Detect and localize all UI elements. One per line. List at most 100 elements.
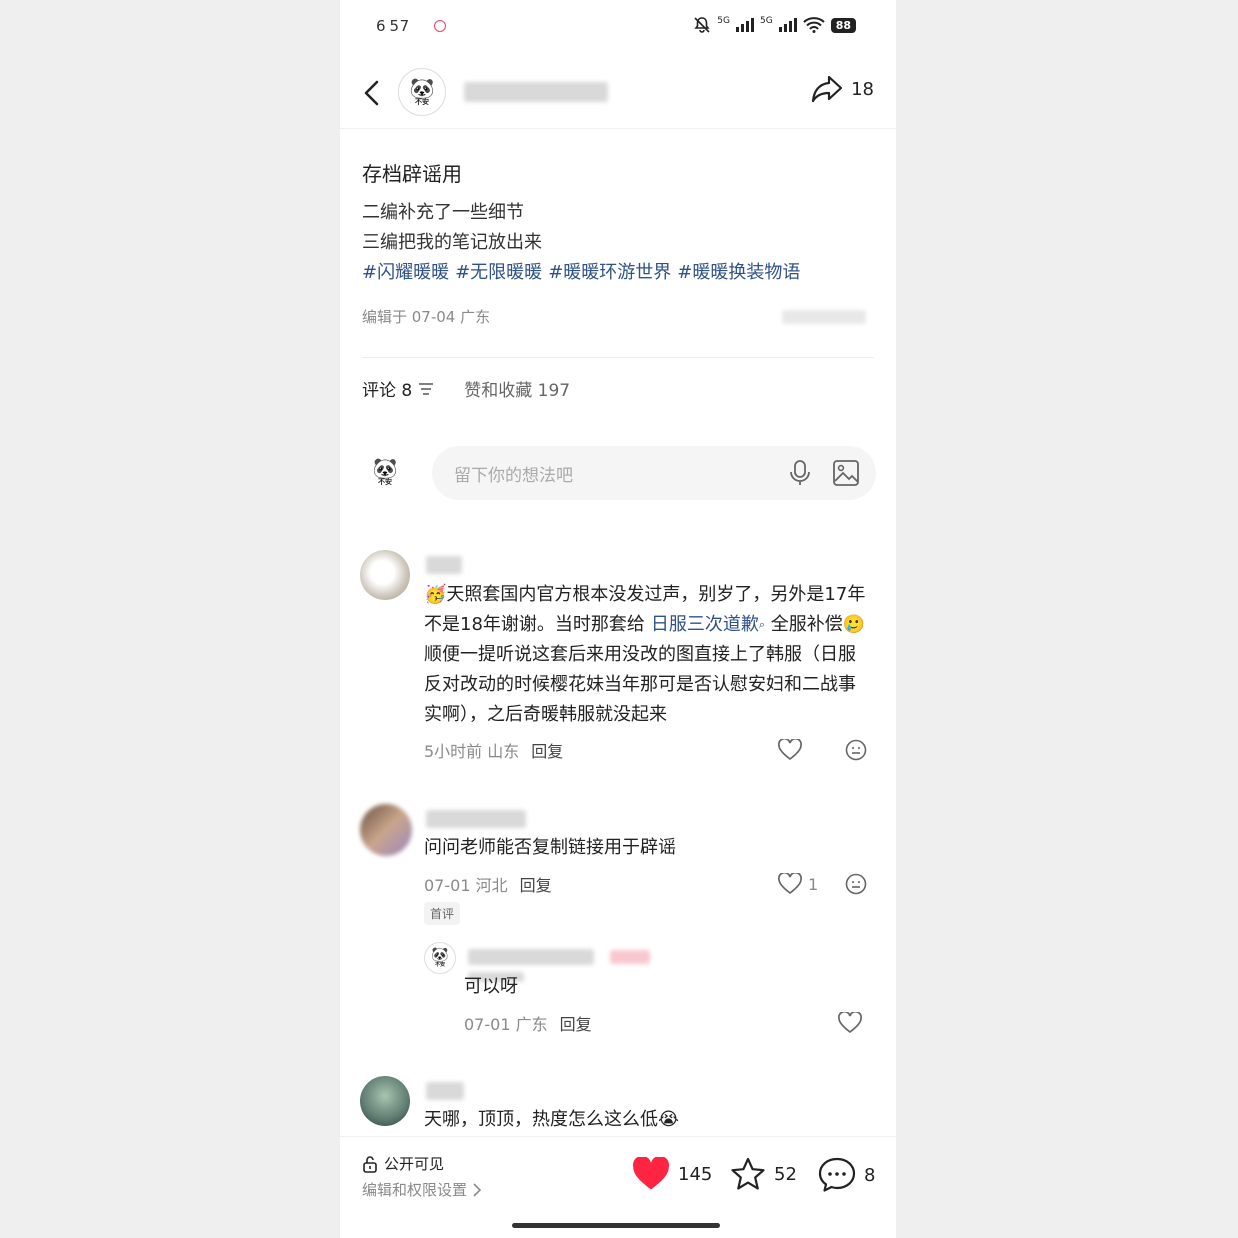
post-line-2: 三编把我的笔记放出来: [362, 232, 542, 253]
avatar-caption: 不安: [415, 98, 429, 106]
commenter-name-blurred[interactable]: [426, 556, 462, 574]
heart-filled-icon: [632, 1157, 670, 1190]
panda-icon: 🐼: [372, 456, 398, 480]
panda-icon: 🐼: [409, 76, 435, 100]
tab-comments-label: 评论 8: [362, 381, 413, 401]
author-name-blurred[interactable]: [464, 82, 608, 102]
comment-text: 🥳天照套国内官方根本没发过声，别岁了，另外是17年不是18年谢谢。当时那套给 日服…: [424, 580, 872, 730]
comment-text-c: 顺便一提听说这套后来用没改的图直接上了韩服（日服反对改动的时候樱花妹当年那可是否…: [424, 644, 856, 725]
image-icon[interactable]: [832, 459, 860, 487]
heart-outline-icon: [778, 873, 802, 895]
reply-author-avatar[interactable]: 🐼 不安: [424, 942, 456, 974]
notification-dot-icon: [434, 20, 446, 32]
comment-text-b: 全服补偿: [765, 614, 843, 635]
avatar-caption: 不安: [378, 478, 392, 486]
chevron-right-icon: [473, 1182, 482, 1197]
commenter-avatar[interactable]: [360, 550, 410, 600]
blurred-meta-right: [782, 310, 866, 324]
mute-bell-icon: [694, 17, 710, 33]
emoji-face-icon: 🥳: [424, 584, 447, 605]
status-icons: 5G 5G 88: [693, 16, 856, 34]
tag-link[interactable]: #无限暖暖: [455, 262, 542, 283]
comment-tabs: 评论 8 赞和收藏 197: [362, 376, 570, 401]
status-time: 6 57: [376, 17, 410, 35]
tab-likes-collects[interactable]: 赞和收藏 197: [464, 376, 570, 401]
reply-button[interactable]: 回复: [531, 742, 563, 761]
comment-input-row: 🐼 不安 留下你的想法吧: [362, 446, 876, 500]
signal-label: 5G: [717, 16, 730, 26]
comment-time-location: 07-01 河北: [424, 876, 508, 895]
emoji-crying-icon: 😭: [658, 1109, 680, 1130]
comment-input[interactable]: 留下你的想法吧: [432, 446, 876, 500]
post-collect-count: 52: [774, 1163, 797, 1185]
signal-bars-icon: [735, 18, 754, 32]
post-tags: #闪耀暖暖 #无限暖暖 #暖暖环游世界 #暖暖换装物语: [362, 258, 806, 284]
avatar-caption: 不安: [434, 962, 445, 968]
reply-button[interactable]: 回复: [520, 876, 552, 895]
comment-post-button[interactable]: 8: [818, 1157, 875, 1193]
post-like-count: 145: [678, 1163, 713, 1185]
my-avatar: 🐼 不安: [362, 449, 408, 495]
reply-button[interactable]: 回复: [560, 1015, 592, 1034]
status-bar: 6 57 5G 5G 88: [340, 0, 896, 52]
star-outline-icon: [731, 1157, 765, 1190]
signal-bars-2-icon: [778, 18, 797, 32]
edit-settings-label: 编辑和权限设置: [362, 1181, 468, 1199]
post-edit-meta: 编辑于 07-04 广东: [362, 308, 491, 326]
comment-text: 问问老师能否复制链接用于辟谣: [424, 837, 676, 858]
post-title: 存档辟谣用: [362, 162, 462, 186]
emoji-sad-icon: 🥲: [842, 614, 866, 635]
tag-link[interactable]: #暖暖环游世界: [548, 262, 671, 283]
share-button[interactable]: 18: [811, 74, 874, 104]
heart-outline-icon[interactable]: [778, 739, 802, 761]
commenter-name-blurred[interactable]: [426, 810, 526, 828]
visibility-row: 公开可见: [362, 1153, 444, 1174]
home-indicator[interactable]: [512, 1223, 720, 1228]
emoji-react-icon[interactable]: [845, 739, 867, 761]
post-line-1: 二编补充了一些细节: [362, 202, 524, 223]
commenter-avatar[interactable]: [360, 804, 412, 856]
visibility-label: 公开可见: [384, 1155, 445, 1173]
reply-meta-row: 07-01 广东 回复: [464, 1011, 592, 1035]
comment-text: 天哪，顶顶，热度怎么这么低😭: [424, 1105, 679, 1135]
phone-screen: 6 57 5G 5G 88 🐼 不安 18 存档辟谣用 二编补充了一些细节 三编把…: [340, 0, 896, 1238]
battery-level: 88: [830, 17, 856, 33]
commenter-name-blurred[interactable]: [426, 1082, 464, 1100]
signal-label-2: 5G: [759, 16, 773, 26]
reply-time-location: 07-01 广东: [464, 1015, 548, 1034]
comment-input-placeholder: 留下你的想法吧: [454, 466, 573, 486]
reply-text: 可以呀: [464, 976, 518, 997]
search-keyword-link[interactable]: 日服三次道歉: [651, 614, 759, 635]
comment-text-body: 天哪，顶顶，热度怎么这么低: [424, 1109, 658, 1130]
lock-open-icon: [363, 1155, 377, 1173]
like-post-button[interactable]: 145: [632, 1157, 712, 1191]
sort-icon: [419, 382, 434, 395]
reply-author-name-blurred[interactable]: [468, 949, 594, 965]
like-count: 1: [808, 874, 819, 894]
share-arrow-icon: [811, 75, 843, 103]
tag-link[interactable]: #暖暖换装物语: [677, 262, 800, 283]
commenter-avatar[interactable]: [360, 1076, 410, 1126]
post-comment-count: 8: [864, 1164, 876, 1186]
like-button[interactable]: 1: [778, 873, 818, 895]
emoji-react-icon[interactable]: [845, 873, 867, 895]
heart-outline-icon[interactable]: [838, 1012, 862, 1034]
author-badge-blurred: [610, 950, 650, 964]
collect-post-button[interactable]: 52: [730, 1157, 797, 1191]
tab-comments[interactable]: 评论 8: [362, 376, 434, 401]
first-comment-badge: 首评: [424, 902, 461, 925]
edit-settings-link[interactable]: 编辑和权限设置: [362, 1179, 482, 1200]
author-avatar[interactable]: 🐼 不安: [398, 68, 446, 116]
post-header: 🐼 不安 18: [340, 60, 896, 129]
tag-link[interactable]: #闪耀暖暖: [362, 262, 449, 283]
share-count: 18: [851, 78, 874, 100]
comment-meta-row: 5小时前 山东 回复: [424, 738, 563, 762]
comment-meta-row: 07-01 河北 回复: [424, 872, 552, 896]
back-arrow-icon[interactable]: [360, 78, 384, 108]
microphone-icon[interactable]: [788, 459, 812, 487]
chat-bubble-icon: [818, 1157, 856, 1192]
divider: [362, 357, 874, 358]
bottom-bar: 公开可见 编辑和权限设置 145 52 8: [340, 1136, 896, 1238]
comment-time-location: 5小时前 山东: [424, 742, 520, 761]
wifi-icon: [803, 17, 825, 33]
